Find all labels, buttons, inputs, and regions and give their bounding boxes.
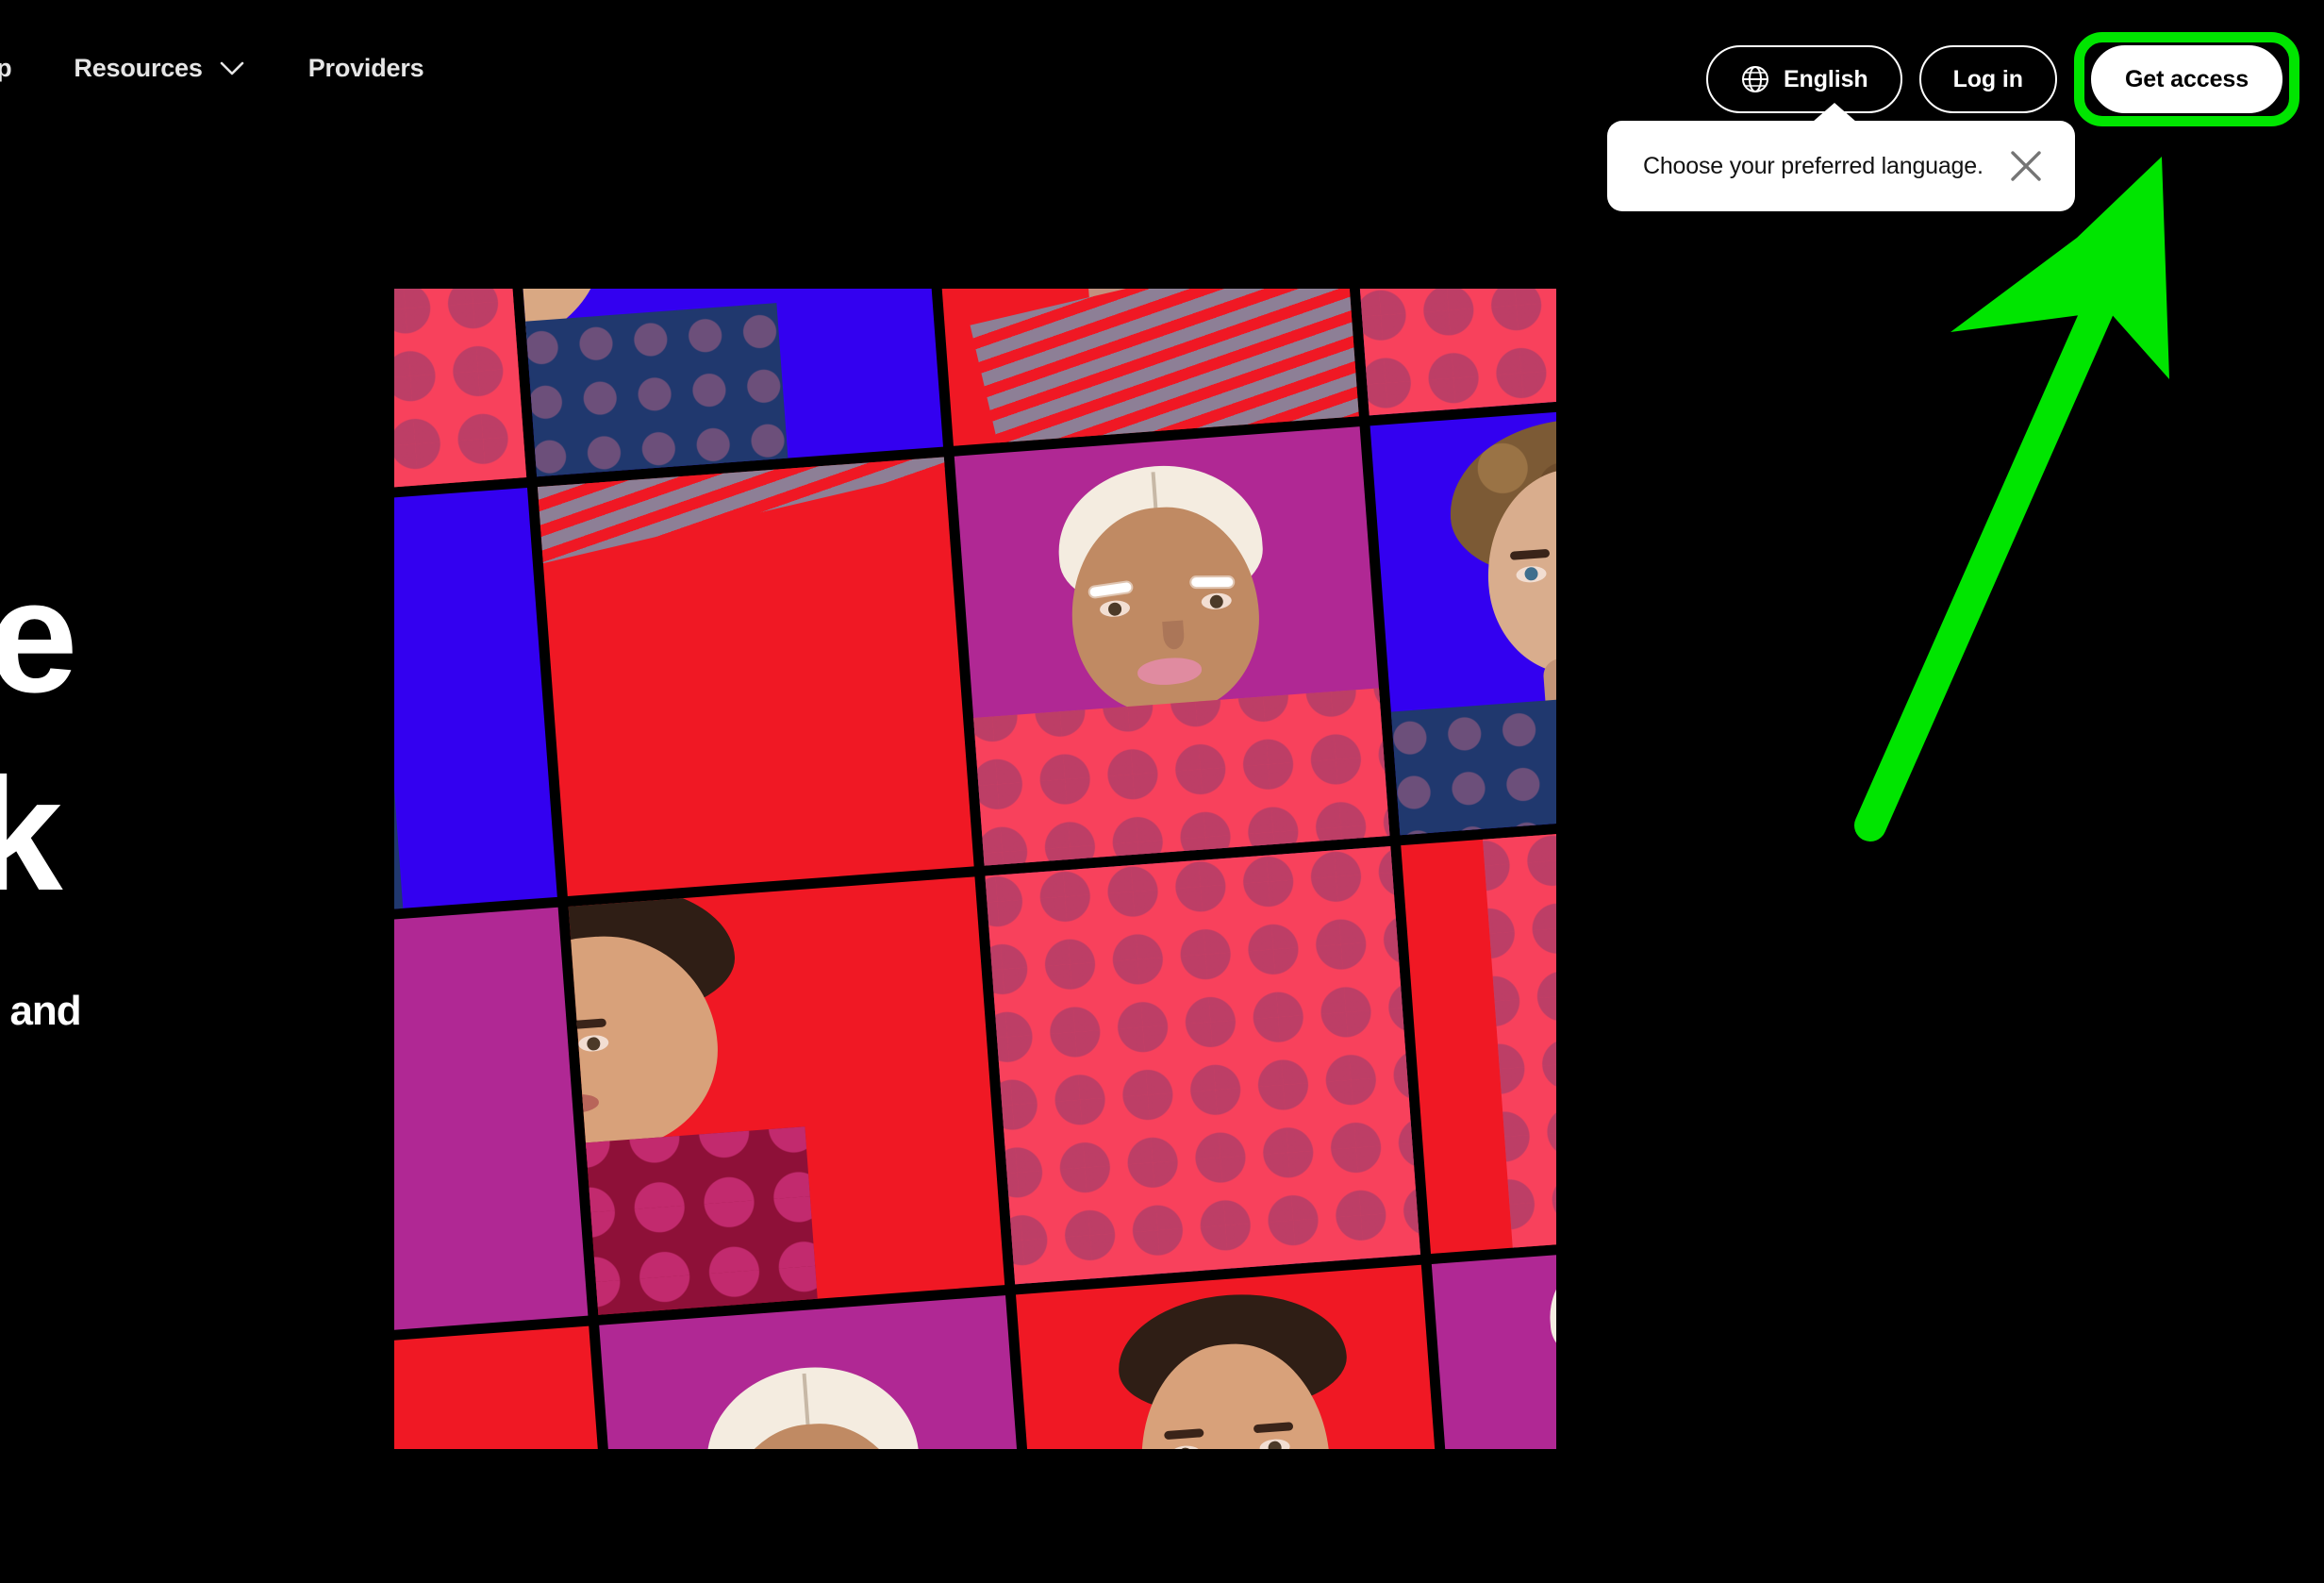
language-selector-button[interactable]: English [1705,45,1902,113]
nav-item-providers[interactable]: Providers [308,55,424,81]
nav-item-help[interactable]: elp [0,55,12,81]
collage-tile [394,488,557,926]
close-icon[interactable] [2005,145,2047,187]
hero-headline-fragment-1: e [0,547,78,726]
collage-tile [954,426,1390,866]
collage-tile [394,1325,619,1449]
hero-subtext-fragment: , and [0,988,82,1034]
globe-icon [1740,64,1770,94]
nav-item-resources[interactable]: Resources [74,54,245,82]
log-in-label: Log in [1952,65,2023,92]
collage-tile [1370,395,1556,835]
hero-headline-fragment-2: k [0,745,63,925]
collage-tile [394,907,589,1346]
hero-collage-image [394,289,1556,1449]
collage-tile [598,1294,1036,1449]
collage-tile [506,289,943,477]
page-root: elp Resources Providers [0,0,2324,1583]
collage-tile [537,457,974,896]
collage-tile [984,845,1421,1285]
get-access-highlight-wrapper: Get access [2073,32,2299,126]
collage-tile [1401,815,1556,1254]
chevron-down-icon [218,54,246,82]
language-selector-label: English [1783,65,1868,92]
collage-tile [568,875,1004,1315]
language-tooltip-message: Choose your preferred language. [1643,152,1984,179]
collage-grid [394,289,1556,1449]
collage-tile [1015,1264,1452,1449]
header-actions: English Log in Get access [1705,32,2299,126]
collage-tile [922,289,1360,447]
language-tooltip: Choose your preferred language. [1607,103,2075,211]
collage-tile [1432,1234,1556,1449]
nav-item-resources-label: Resources [74,53,203,82]
get-access-label: Get access [2124,65,2249,92]
get-access-button[interactable]: Get access [2090,45,2282,113]
collage-tile [394,289,526,508]
log-in-button[interactable]: Log in [1918,45,2057,113]
collage-tile [1339,289,1556,416]
primary-nav: elp Resources Providers [0,45,424,91]
